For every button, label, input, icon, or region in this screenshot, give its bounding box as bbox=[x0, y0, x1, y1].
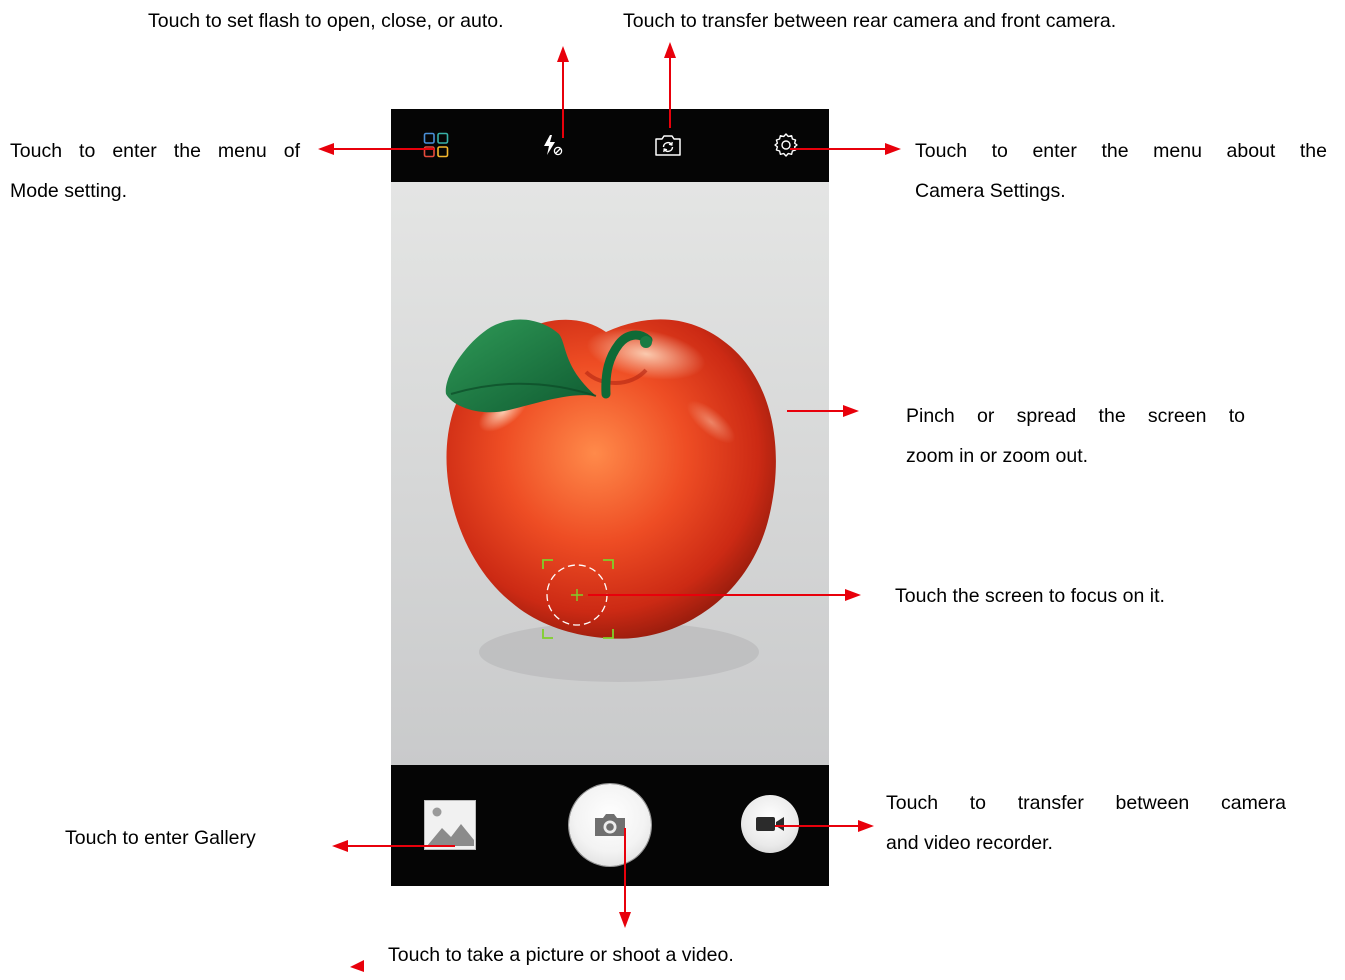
mode-menu-note-line-1: Touch to enter the menu of bbox=[10, 140, 300, 162]
switch-camera-note: Touch to transfer between rear camera an… bbox=[623, 10, 1117, 32]
viewfinder[interactable] bbox=[391, 182, 829, 765]
camera-settings-note-line-1: Touch to enter the menu about the bbox=[915, 140, 1327, 162]
zoom-note: Pinch or spread the screen to zoom in or… bbox=[906, 396, 1245, 476]
switch-camera-button[interactable] bbox=[652, 129, 684, 161]
flash-note: Touch to set flash to open, close, or au… bbox=[148, 10, 504, 32]
viewfinder-image bbox=[391, 182, 829, 765]
shutter-button[interactable] bbox=[569, 784, 651, 866]
flash-button[interactable] bbox=[537, 129, 569, 161]
camera-screen bbox=[391, 109, 829, 886]
switch-camera-icon bbox=[655, 135, 681, 156]
mode-menu-note-line-2: Mode setting. bbox=[10, 180, 128, 202]
camera-settings-button[interactable] bbox=[770, 129, 802, 161]
shutter-note: Touch to take a picture or shoot a video… bbox=[388, 944, 734, 966]
mode-menu-note: Touch to enter the menu of Mode setting. bbox=[10, 131, 300, 211]
focus-note: Touch the screen to focus on it. bbox=[895, 585, 1165, 607]
flash-off-icon bbox=[544, 135, 563, 156]
zoom-note-line-1: Pinch or spread the screen to bbox=[906, 405, 1245, 427]
gallery-button[interactable] bbox=[424, 800, 476, 850]
camera-settings-note-line-2: Camera Settings. bbox=[915, 180, 1066, 202]
mode-grid-icon bbox=[423, 132, 449, 158]
gear-icon bbox=[774, 133, 798, 157]
camera-top-bar bbox=[391, 109, 829, 182]
zoom-note-line-2: zoom in or zoom out. bbox=[906, 445, 1089, 467]
camera-bottom-bar bbox=[391, 765, 829, 886]
camera-icon bbox=[595, 814, 625, 836]
camera-video-toggle-note: Touch to transfer between camera and vid… bbox=[886, 783, 1286, 863]
mode-menu-button[interactable] bbox=[420, 129, 452, 161]
gallery-note: Touch to enter Gallery bbox=[65, 827, 256, 849]
camera-video-toggle-note-line-1: Touch to transfer between camera bbox=[886, 792, 1286, 814]
camera-video-toggle-note-line-2: and video recorder. bbox=[886, 832, 1053, 854]
stray-arrowhead bbox=[350, 960, 364, 972]
camera-settings-note: Touch to enter the menu about the Camera… bbox=[915, 131, 1327, 211]
gallery-thumbnail-icon bbox=[424, 800, 476, 850]
video-camera-icon bbox=[756, 817, 784, 831]
camera-video-toggle-button[interactable] bbox=[741, 795, 799, 853]
